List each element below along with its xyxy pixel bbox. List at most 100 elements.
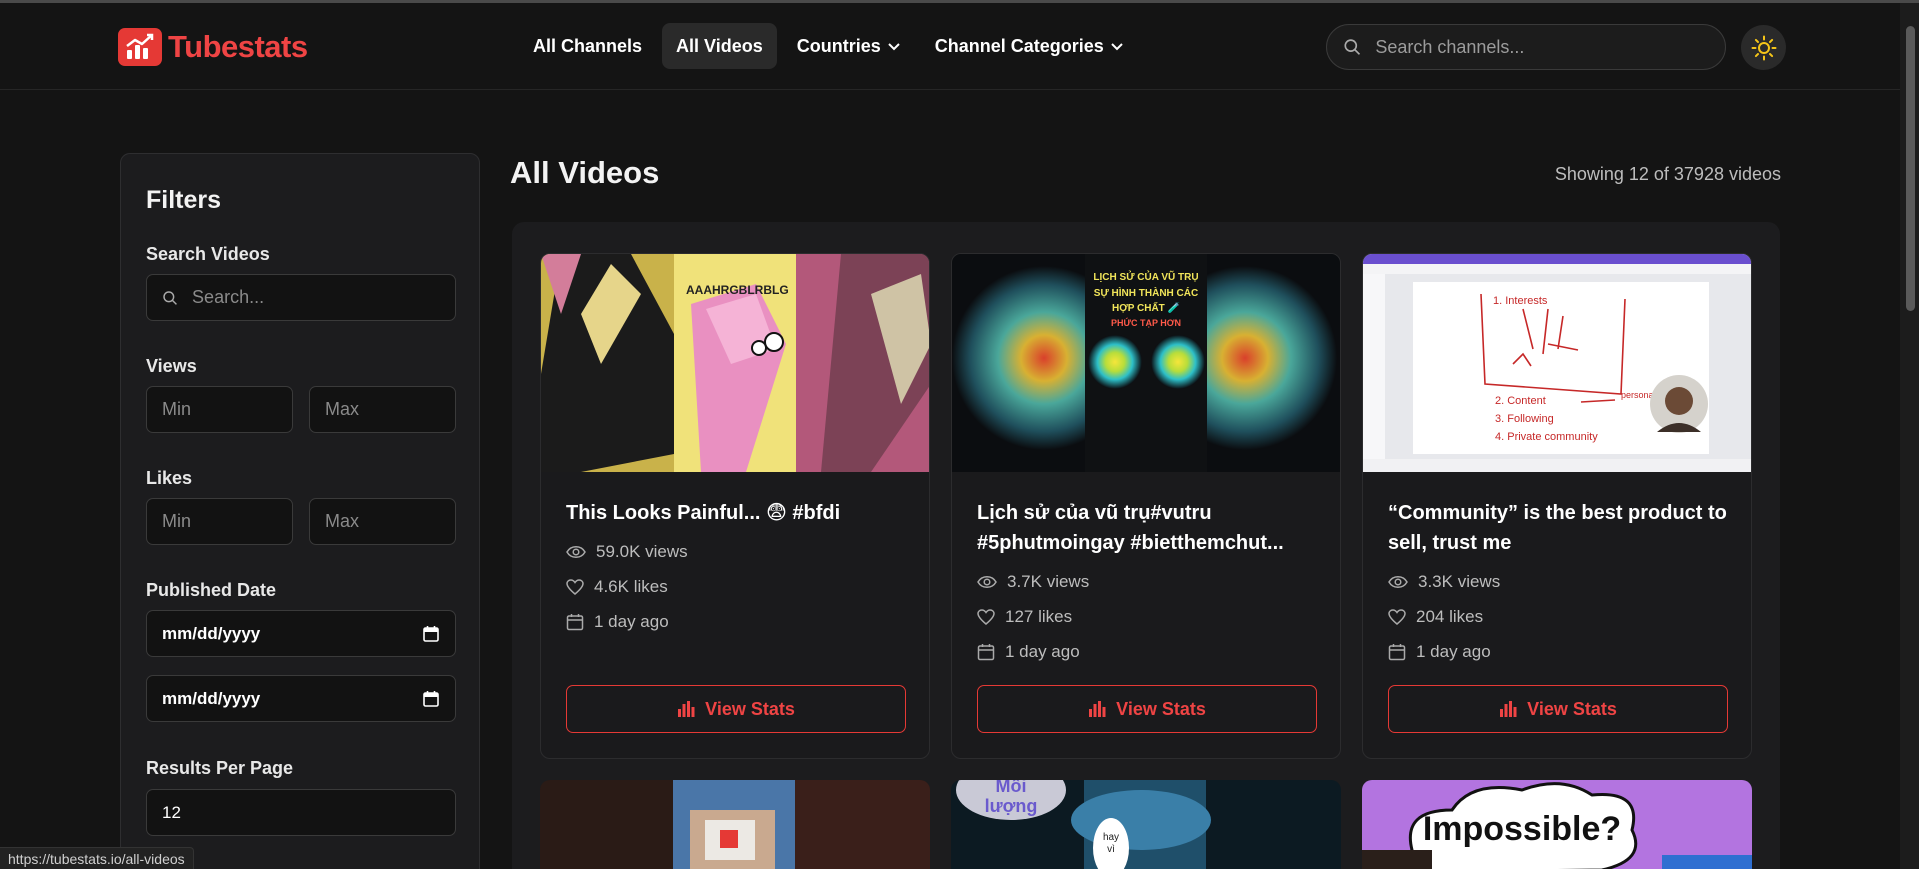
video-thumbnail[interactable]: AAAHRGBLRBLG (541, 254, 929, 472)
results-count: Showing 12 of 37928 videos (1554, 164, 1781, 184)
chart-logo-icon (118, 28, 162, 66)
views-label: Views (146, 356, 197, 376)
filters-panel: Filters Search Videos Views Likes Publis… (120, 153, 480, 869)
nav-countries[interactable]: Countries (783, 23, 915, 69)
video-thumbnail[interactable]: LỊCH SỬ CỦA VŨ TRỤ SỰ HÌNH THÀNH CÁC HỢP… (952, 254, 1340, 472)
whiteboard-text: 3. Following (1495, 413, 1554, 425)
calendar-icon (977, 644, 995, 661)
thumbnail-text: HỢP CHẤT 🧪 (1112, 301, 1180, 314)
thumbnail-text: vì (1107, 844, 1115, 855)
thumbnail-text: lượng (985, 796, 1038, 816)
video-views: 59.0K views (566, 542, 688, 562)
view-stats-button[interactable]: View Stats (977, 685, 1317, 733)
whiteboard-text: 1. Interests (1493, 295, 1548, 307)
video-card[interactable]: Mỗi lượng hay vì (951, 780, 1341, 869)
search-videos-input[interactable] (192, 287, 440, 308)
nav-label: Countries (796, 35, 881, 56)
logo[interactable]: Tubestats (118, 28, 308, 66)
results-per-page-label: Results Per Page (146, 758, 294, 778)
results-per-page-value: 12 (162, 802, 181, 822)
link-status-bar: https://tubestats.io/all-videos (0, 847, 194, 869)
view-stats-button[interactable]: View Stats (1388, 685, 1728, 733)
channel-search (1326, 24, 1726, 70)
eye-icon (1388, 576, 1408, 588)
thumbnail-text: Impossible? (1423, 810, 1621, 848)
view-stats-label: View Stats (1116, 698, 1206, 719)
status-url: https://tubestats.io/all-videos (8, 850, 185, 867)
video-card[interactable]: AAAHRGBLRBLG This Looks Painful... 😨 #bf… (540, 253, 930, 759)
view-stats-button[interactable]: View Stats (566, 685, 906, 733)
thumbnail-text: PHỨC TẠP HƠN (1111, 317, 1181, 328)
eye-icon (566, 546, 586, 558)
video-title[interactable]: This Looks Painful... 😨 #bfdi (566, 498, 911, 528)
published-date-from[interactable]: mm/dd/yyyy (146, 610, 456, 657)
main-nav: All Channels All Videos Countries Channe… (519, 23, 1144, 69)
video-card[interactable]: 1. Interests 2. Content 3. Following 4. … (1362, 253, 1752, 759)
nav-channel-categories[interactable]: Channel Categories (921, 23, 1138, 69)
results-per-page-select[interactable]: 12 (146, 789, 456, 836)
scrollbar-thumb[interactable] (1906, 26, 1915, 311)
theme-toggle-button[interactable] (1741, 25, 1786, 70)
bar-chart-icon (1500, 701, 1517, 717)
calendar-icon[interactable] (422, 690, 440, 708)
video-thumbnail[interactable]: 1. Interests 2. Content 3. Following 4. … (1363, 254, 1751, 472)
views-min-field (146, 386, 293, 433)
video-views: 3.7K views (977, 572, 1089, 592)
published-ago: 1 day ago (1416, 642, 1491, 661)
video-thumbnail[interactable] (540, 780, 930, 869)
video-date: 1 day ago (566, 612, 669, 632)
views-count: 59.0K views (596, 542, 688, 561)
thumbnail-text: Mỗi (996, 780, 1027, 796)
video-card[interactable]: Impossible? (1362, 780, 1752, 869)
heart-icon (566, 579, 584, 595)
video-title[interactable]: “Community” is the best product to sell,… (1388, 498, 1733, 558)
nav-all-videos[interactable]: All Videos (662, 23, 777, 69)
calendar-icon[interactable] (422, 625, 440, 643)
video-card[interactable]: LỊCH SỬ CỦA VŨ TRỤ SỰ HÌNH THÀNH CÁC HỢP… (951, 253, 1341, 759)
search-icon (163, 290, 177, 305)
video-thumbnail[interactable]: Impossible? (1362, 780, 1752, 869)
search-videos-label: Search Videos (146, 244, 270, 264)
video-views: 3.3K views (1388, 572, 1500, 592)
likes-count: 4.6K likes (594, 577, 668, 596)
calendar-icon (566, 614, 584, 631)
nav-all-channels[interactable]: All Channels (519, 23, 656, 69)
calendar-icon (1388, 644, 1406, 661)
filters-title: Filters (146, 186, 222, 214)
published-ago: 1 day ago (594, 612, 669, 631)
view-stats-label: View Stats (1527, 698, 1617, 719)
published-date-to[interactable]: mm/dd/yyyy (146, 675, 456, 722)
video-likes: 204 likes (1388, 607, 1483, 627)
likes-max-input[interactable] (325, 511, 440, 532)
video-card[interactable] (540, 780, 930, 869)
likes-min-input[interactable] (162, 511, 277, 532)
chevron-down-icon (888, 43, 900, 51)
video-likes: 127 likes (977, 607, 1072, 627)
video-title[interactable]: Lịch sử của vũ trụ#vutru #5phutmoingay #… (977, 498, 1322, 558)
likes-label: Likes (146, 468, 193, 488)
eye-icon (977, 576, 997, 588)
nav-label: All Videos (676, 35, 763, 56)
nav-label: All Channels (533, 35, 643, 56)
search-icon (1344, 39, 1361, 55)
thumbnail-text: AAAHRGBLRBLG (686, 283, 789, 297)
whiteboard-text: 4. Private community (1495, 431, 1598, 443)
bar-chart-icon (1089, 701, 1106, 717)
brand-name: Tubestats (168, 29, 308, 64)
video-likes: 4.6K likes (566, 577, 668, 597)
thumbnail-text: SỰ HÌNH THÀNH CÁC (1094, 286, 1198, 299)
video-thumbnail[interactable]: Mỗi lượng hay vì (951, 780, 1341, 869)
video-date: 1 day ago (977, 642, 1080, 662)
views-min-input[interactable] (162, 399, 277, 420)
heart-icon (1388, 609, 1406, 625)
views-count: 3.3K views (1418, 572, 1501, 591)
likes-count: 204 likes (1416, 607, 1484, 626)
likes-max-field (309, 498, 456, 545)
page-title: All Videos (510, 155, 660, 190)
thumbnail-text: LỊCH SỬ CỦA VŨ TRỤ (1093, 270, 1198, 283)
thumbnail-text: hay (1103, 832, 1119, 843)
bar-chart-icon (678, 701, 695, 717)
video-date: 1 day ago (1388, 642, 1491, 662)
views-max-input[interactable] (325, 399, 440, 420)
channel-search-input[interactable] (1375, 36, 1725, 58)
